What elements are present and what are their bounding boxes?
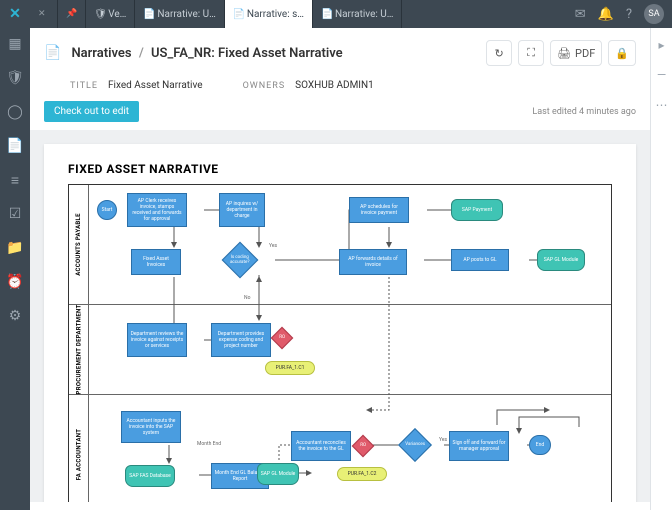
bell-icon[interactable]: 🔔 (598, 7, 614, 22)
month-end-label: Month End (197, 441, 221, 447)
ap-forwards: AP forwards details of invoice (339, 249, 407, 275)
yes-label-1: Yes (269, 243, 277, 249)
lane-label-proc: PROCUREMENT DEPARTMENT (75, 305, 82, 395)
shield-icon: 🛡 (94, 9, 104, 19)
checkout-button[interactable]: Check out to edit (44, 101, 139, 122)
left-sidebar: ▦ 🛡 ◯ 📄 ≡ ☑ 📁 ⏰ ⚙ (0, 28, 30, 510)
breadcrumb: Narratives / US_FA_NR: Fixed Asset Narra… (71, 46, 342, 61)
tab-strip: ✕ 📌 🛡Ve… 📄Narrative: U… 📄Narrative: s… 📄… (30, 0, 402, 28)
tab-close-only[interactable]: ✕ (30, 0, 58, 28)
sap-gl-db-1: SAP GL Module (537, 249, 585, 271)
avatar[interactable]: SA (644, 4, 664, 24)
grid-icon[interactable]: ▦ (5, 34, 25, 54)
close-icon[interactable]: ✕ (38, 9, 46, 19)
tab-pinned[interactable]: 📌 (58, 0, 86, 28)
doc-title: FIXED ASSET NARRATIVE (68, 162, 612, 176)
tab-narrative-active[interactable]: 📄Narrative: s… (225, 0, 313, 28)
mail-icon[interactable]: ✉ (575, 7, 586, 22)
accountant-reconciles: Accountant reconciles the invoice to the… (291, 431, 351, 461)
folder-icon[interactable]: 📁 (5, 238, 25, 258)
flowchart-diagram: ACCOUNTS PAYABLE PROCUREMENT DEPARTMENT … (68, 184, 612, 502)
app-logo[interactable]: ✕ (0, 0, 30, 28)
refresh-icon[interactable]: ◯ (5, 102, 25, 122)
control-pill-1: PUR.FA_1.C1 (265, 361, 315, 375)
rail-icon-3[interactable]: ⋯ (656, 98, 668, 112)
file-icon: 📄 (321, 9, 331, 19)
tab-ve[interactable]: 🛡Ve… (86, 0, 135, 28)
title-label: TITLE (70, 81, 98, 91)
crumb-current: US_FA_NR: Fixed Asset Narrative (151, 46, 343, 61)
clock-icon[interactable]: ⏰ (5, 272, 25, 292)
title-value: Fixed Asset Narrative (108, 80, 203, 91)
crumb-root[interactable]: Narratives (71, 46, 131, 61)
ap-clerk-receives: AP Clerk receives invoice, stamps receiv… (127, 193, 187, 227)
sap-fas-db: SAP FAS Database (125, 465, 175, 487)
list-icon[interactable]: ≡ (5, 170, 25, 190)
refresh-button[interactable]: ↻ (486, 40, 512, 66)
tab-narrative-1[interactable]: 📄Narrative: U… (135, 0, 224, 28)
owners-label: OWNERS (243, 81, 286, 91)
lane-label-fa: FA ACCOUNTANT (75, 429, 82, 481)
print-pdf-button[interactable]: 🖨 PDF (550, 40, 602, 66)
end-node: End (529, 435, 551, 455)
ap-posts-gl: AP posts to GL (451, 249, 509, 271)
no-label-1: No (244, 295, 250, 301)
start-node: Start (97, 200, 117, 220)
lock-button[interactable]: 🔒 (608, 40, 636, 66)
owners-value: SOXHUB ADMIN1 (295, 80, 374, 91)
ap-inquires: AP inquires w/ department in charge (219, 193, 265, 227)
sap-payment-db: SAP Payment (451, 199, 503, 221)
yes-label-2: Yes (439, 437, 447, 443)
control-pill-2: PUR.FA_1.C2 (337, 467, 387, 481)
rail-icon-2[interactable]: — (657, 68, 666, 82)
dept-reviews: Department reviews the invoice against r… (127, 323, 187, 357)
pin-icon: 📌 (66, 9, 77, 19)
last-edited: Last edited 4 minutes ago (532, 107, 636, 117)
document-icon: 📄 (44, 45, 61, 61)
ap-schedules: AP schedules for invoice payment (349, 197, 409, 223)
help-icon[interactable]: ? (626, 7, 632, 22)
fixed-asset-invoices: Fixed Asset Invoices (131, 249, 181, 275)
tab-narrative-3[interactable]: 📄Narrative: U… (313, 0, 402, 28)
gear-icon[interactable]: ⚙ (5, 306, 25, 326)
signoff-forward: Sign off and forward for manager approva… (449, 431, 509, 461)
file-icon[interactable]: 📄 (5, 136, 25, 156)
lane-label-ap: ACCOUNTS PAYABLE (75, 213, 82, 276)
right-rail: ▸ — ⋯ (650, 28, 672, 510)
expand-button[interactable]: ⛶ (518, 40, 544, 66)
shield-icon[interactable]: 🛡 (5, 68, 25, 88)
sap-gl-db-2: SAP GL Module (257, 463, 299, 485)
rail-icon-1[interactable]: ▸ (658, 38, 664, 52)
file-icon: 📄 (233, 9, 243, 19)
file-icon: 📄 (143, 9, 153, 19)
calendar-icon[interactable]: ☑ (5, 204, 25, 224)
accountant-inputs: Accountant inputs the invoice into the S… (121, 411, 181, 443)
dept-provides-coding: Department provides expense coding and p… (211, 323, 271, 357)
